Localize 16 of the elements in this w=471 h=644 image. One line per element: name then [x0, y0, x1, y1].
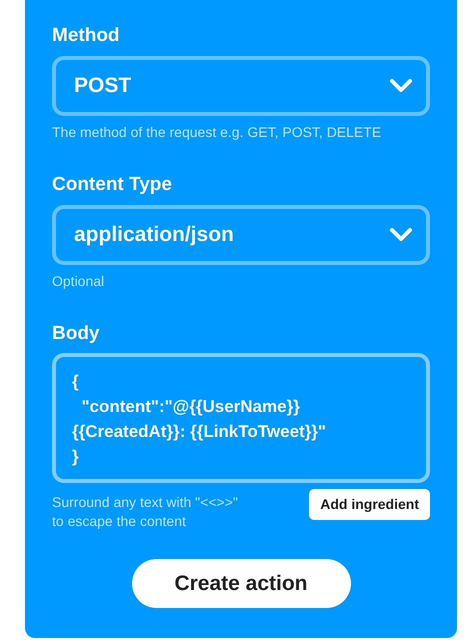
body-text: { "content":"@{{UserName}} {{CreatedAt}}: {{LinkToTweet}}" } — [72, 371, 327, 468]
field-hint: Optional — [52, 272, 106, 291]
dropdown-value: application/json — [74, 222, 234, 248]
add-ingredient-button[interactable]: Add ingredient — [309, 489, 430, 520]
dropdown-value: POST — [74, 73, 132, 99]
dropdown[interactable]: POST — [52, 56, 430, 116]
chevron-down-icon — [390, 78, 412, 93]
dropdown[interactable]: application/json — [52, 204, 430, 264]
chevron-down-icon — [390, 228, 412, 242]
create-action-button[interactable]: Create action — [132, 559, 350, 608]
field-hint: Surround any text with "<<>>" to escape the content — [52, 493, 238, 532]
body-text-area[interactable]: { "content":"@{{UserName}} {{CreatedAt}}: {{LinkToTweet}}" } — [52, 353, 430, 484]
field-label: Body — [52, 322, 100, 346]
field-label: Method — [52, 24, 121, 48]
field-hint: The method of the request e.g. GET, POST, DELETE — [52, 122, 382, 142]
field-label: Content Type — [52, 172, 173, 196]
